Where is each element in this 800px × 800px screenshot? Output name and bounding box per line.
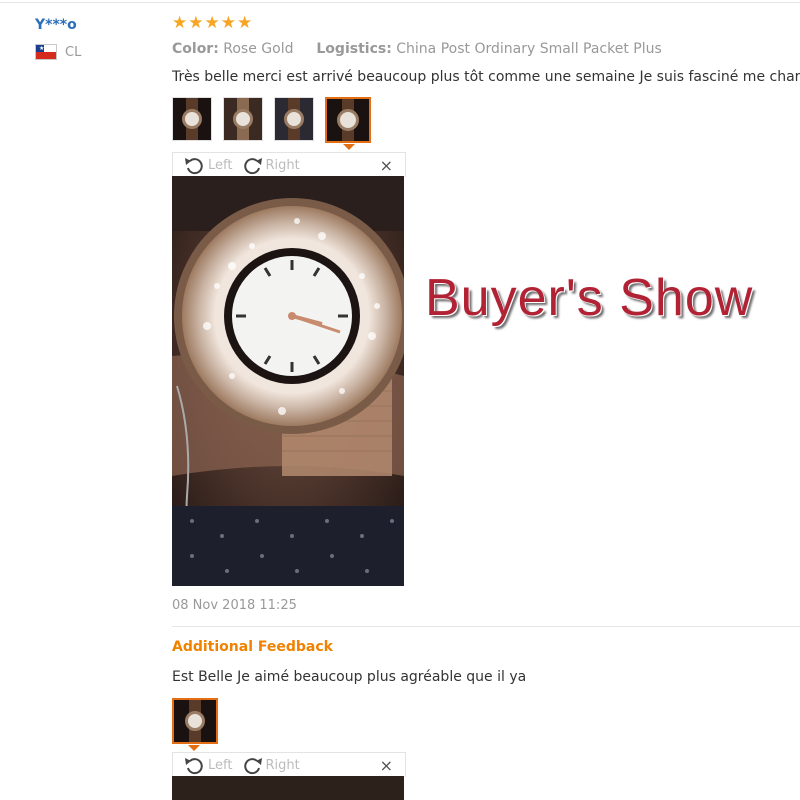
rotate-left-label: Left [208,757,233,773]
top-divider [0,2,800,3]
rotate-left-icon [185,158,203,175]
additional-feedback-heading: Additional Feedback [172,639,333,655]
rotate-right-button[interactable]: Right [240,755,300,775]
active-thumbnail-indicator [343,144,355,150]
rotate-left-button[interactable]: Left [183,755,232,775]
image-viewer-toolbar: Left Right × [172,152,406,177]
active-thumbnail-indicator [188,745,200,751]
additional-feedback-text: Est Belle Je aimé beaucoup plus agréable… [172,669,527,685]
logistics-label: Logistics: [316,41,392,57]
star-rating: ★ ★ ★ ★ ★ [172,14,252,32]
rotate-right-button[interactable]: Right [240,155,300,175]
country-code: CL [65,44,82,60]
close-viewer-button[interactable]: × [380,756,393,775]
additional-photo [172,776,404,800]
section-divider [172,626,800,627]
rotate-right-label: Right [265,157,300,173]
review-thumbnail-active[interactable] [172,698,218,744]
review-photo [172,176,404,586]
reviewer-country: ★ CL [35,44,81,60]
watch-photo-image [172,176,404,586]
star-icon: ★ [172,13,188,33]
rotate-left-icon [185,758,203,775]
rotate-right-icon [244,758,263,775]
review-thumbnail[interactable] [274,97,314,141]
rotate-right-label: Right [265,757,300,773]
color-value: Rose Gold [223,41,294,57]
additional-thumbnails [172,698,229,744]
rotate-left-label: Left [208,157,233,173]
reviewer-name[interactable]: Y***o [35,17,77,33]
color-label: Color: [172,41,219,57]
chile-flag-icon: ★ [35,44,57,60]
star-icon: ★ [188,13,204,33]
order-meta: Color: Rose Gold Logistics: China Post O… [172,41,662,57]
star-icon: ★ [204,13,220,33]
review-thumbnail-active[interactable] [325,97,371,143]
close-viewer-button[interactable]: × [380,156,393,175]
review-thumbnails [172,97,382,143]
review-thumbnail[interactable] [172,97,212,141]
review-text: Très belle merci est arrivé beaucoup plu… [172,69,800,85]
rotate-right-icon [244,158,263,175]
rotate-left-button[interactable]: Left [183,155,232,175]
buyers-show-overlay: Buyer's Show [425,269,754,327]
review-date: 08 Nov 2018 11:25 [172,598,297,613]
image-viewer-toolbar: Left Right × [172,752,406,777]
star-icon: ★ [237,13,253,33]
star-icon: ★ [220,13,236,33]
review-thumbnail[interactable] [223,97,263,141]
logistics-value: China Post Ordinary Small Packet Plus [396,41,662,57]
